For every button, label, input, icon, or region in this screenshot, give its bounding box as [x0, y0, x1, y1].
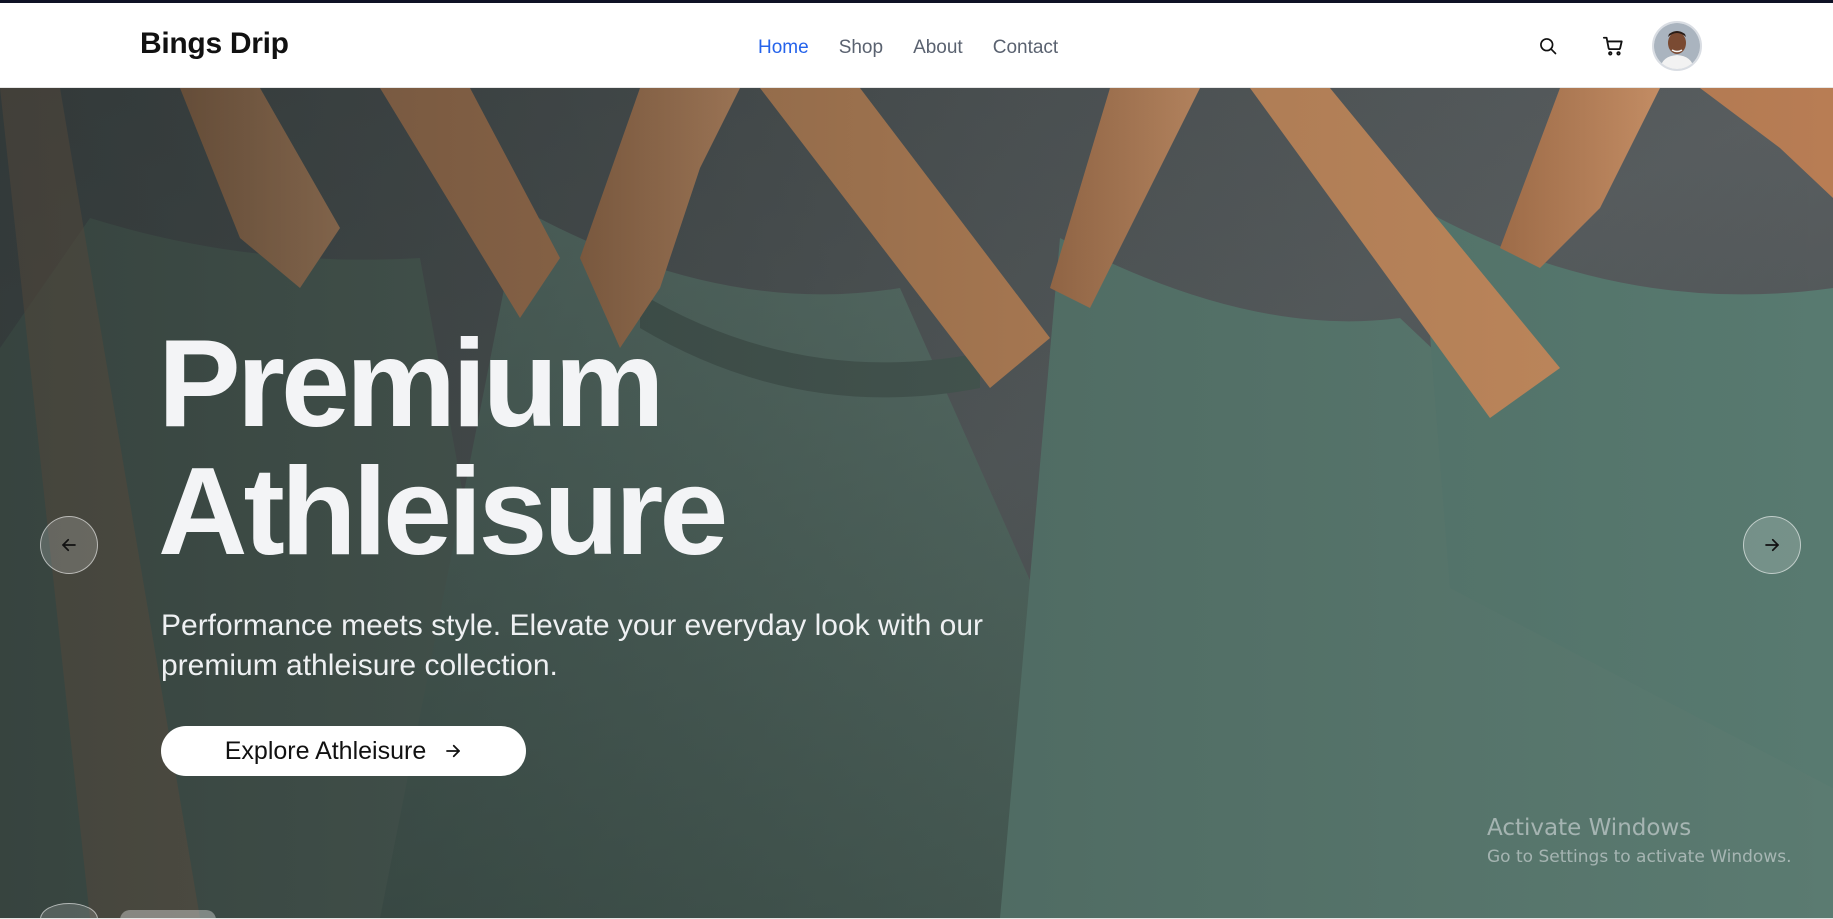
cart-icon [1602, 36, 1623, 56]
arrow-left-icon [62, 538, 76, 552]
cart-button[interactable] [1596, 29, 1630, 63]
hero-subtitle: Performance meets style. Elevate your ev… [161, 609, 984, 682]
windows-activation-watermark: Activate Windows Go to Settings to activ… [1487, 813, 1792, 869]
cta-label: Explore Athleisure [224, 736, 427, 765]
main-nav: Home Shop About Contact [758, 37, 1088, 59]
search-icon [1540, 38, 1557, 55]
user-avatar[interactable] [1652, 21, 1702, 71]
avatar-image [1654, 23, 1700, 69]
nav-link-contact[interactable]: Contact [993, 37, 1058, 59]
hero-carousel: Premium Athleisure Performance meets sty… [0, 88, 1833, 918]
arrow-right-icon [446, 744, 461, 758]
brand-logo[interactable]: Bings Drip [140, 27, 289, 61]
nav-link-shop[interactable]: Shop [839, 37, 883, 59]
site-header: Bings Drip Home Shop About Contact [0, 3, 1833, 88]
carousel-indicator[interactable] [120, 910, 216, 918]
carousel-prev-button[interactable] [40, 516, 98, 574]
carousel-next-button[interactable] [1743, 516, 1801, 574]
hero-title: Premium Athleisure [158, 315, 728, 581]
search-button[interactable] [1531, 29, 1565, 63]
arrow-right-icon [1765, 538, 1779, 552]
explore-athleisure-button[interactable]: Explore Athleisure [161, 726, 526, 776]
watermark-title: Activate Windows [1487, 815, 1692, 841]
nav-link-home[interactable]: Home [758, 37, 809, 59]
nav-link-about[interactable]: About [913, 37, 963, 59]
hero-title-line2: Athleisure [158, 443, 728, 581]
hero-title-line1: Premium [158, 315, 665, 453]
watermark-subtitle: Go to Settings to activate Windows. [1487, 847, 1792, 867]
